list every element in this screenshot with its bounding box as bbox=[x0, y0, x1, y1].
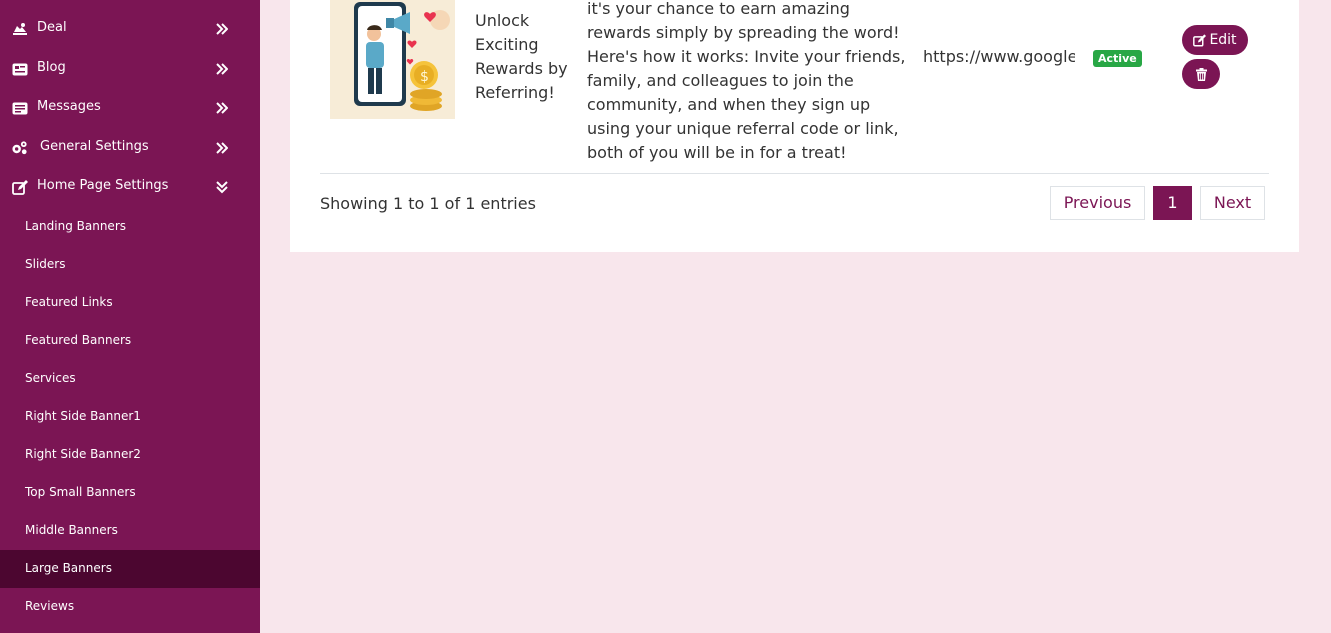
sidebar-item-label: General Settings bbox=[40, 139, 149, 154]
pagination-previous[interactable]: Previous bbox=[1050, 186, 1145, 220]
sidebar-subitem-right-side-banner2[interactable]: Right Side Banner2 bbox=[0, 436, 260, 474]
sidebar-subitem-label: Top Small Banners bbox=[25, 485, 136, 499]
sidebar-subitem-landing-banners[interactable]: Landing Banners bbox=[0, 208, 260, 246]
sidebar-item-label: Home Page Settings bbox=[37, 178, 169, 193]
edit-icon bbox=[1193, 33, 1207, 47]
svg-text:$: $ bbox=[420, 69, 429, 85]
sidebar-subitem-label: Services bbox=[25, 371, 76, 385]
edit-button-label: Edit bbox=[1209, 32, 1237, 48]
sidebar-item-home-page-settings[interactable]: Home Page Settings bbox=[0, 172, 260, 202]
sidebar: Deal Blog Messages General Settings Home… bbox=[0, 0, 260, 633]
banner-description: it's your chance to earn amazing rewards… bbox=[587, 0, 906, 162]
sidebar-subitem-middle-banners[interactable]: Middle Banners bbox=[0, 512, 260, 550]
sidebar-subitem-top-small-banners[interactable]: Top Small Banners bbox=[0, 474, 260, 512]
sidebar-item-label: Deal bbox=[37, 20, 67, 35]
sidebar-subitem-services[interactable]: Services bbox=[0, 360, 260, 398]
sidebar-item-blog[interactable]: Blog bbox=[0, 54, 260, 84]
sidebar-subitem-label: Featured Links bbox=[25, 295, 113, 309]
sidebar-subitem-label: Large Banners bbox=[25, 561, 112, 575]
sidebar-subitem-label: Sliders bbox=[25, 257, 66, 271]
sidebar-subitem-featured-links[interactable]: Featured Links bbox=[0, 284, 260, 322]
chevrons-right-icon bbox=[216, 61, 229, 75]
gears-icon bbox=[11, 140, 28, 156]
sidebar-item-label: Messages bbox=[37, 99, 101, 114]
pagination-page-1[interactable]: 1 bbox=[1153, 186, 1192, 220]
sidebar-subitem-sliders[interactable]: Sliders bbox=[0, 246, 260, 284]
sidebar-subitem-reviews[interactable]: Reviews bbox=[0, 588, 260, 626]
sidebar-subitem-label: Right Side Banner2 bbox=[25, 447, 141, 461]
status-badge: Active bbox=[1093, 50, 1142, 67]
sidebar-subitem-label: Featured Banners bbox=[25, 333, 132, 347]
sidebar-subitem-large-banners[interactable]: Large Banners bbox=[0, 550, 260, 588]
sidebar-item-label: Blog bbox=[37, 60, 66, 75]
sidebar-subitem-label: Reviews bbox=[25, 599, 75, 613]
edit-button[interactable]: Edit bbox=[1182, 25, 1248, 55]
sidebar-subitem-label: Middle Banners bbox=[25, 523, 118, 537]
trash-icon bbox=[1195, 67, 1207, 81]
sidebar-item-deal[interactable]: Deal bbox=[0, 14, 260, 44]
sidebar-item-messages[interactable]: Messages bbox=[0, 93, 260, 123]
chevrons-right-icon bbox=[216, 140, 229, 154]
sidebar-subitem-featured-banners[interactable]: Featured Banners bbox=[0, 322, 260, 360]
sidebar-item-general-settings[interactable]: General Settings bbox=[0, 133, 260, 163]
chevrons-right-icon bbox=[216, 100, 229, 114]
messages-icon bbox=[11, 100, 28, 116]
deal-icon bbox=[11, 21, 28, 37]
chevrons-down-icon bbox=[216, 179, 228, 194]
edit-icon bbox=[11, 179, 28, 195]
chevrons-right-icon bbox=[216, 21, 229, 35]
delete-button[interactable] bbox=[1182, 59, 1220, 89]
table-info: Showing 1 to 1 of 1 entries bbox=[320, 194, 536, 213]
banner-title: Unlock Exciting Rewards by Referring! bbox=[475, 11, 568, 102]
blog-icon bbox=[11, 61, 28, 77]
banner-thumbnail: $ bbox=[330, 0, 455, 119]
sidebar-subitem-label: Right Side Banner1 bbox=[25, 409, 141, 423]
sidebar-subitem-right-side-banner1[interactable]: Right Side Banner1 bbox=[0, 398, 260, 436]
banner-link: https://www.google.com bbox=[923, 47, 1075, 66]
sidebar-subitem-label: Landing Banners bbox=[25, 219, 126, 233]
pagination-next[interactable]: Next bbox=[1200, 186, 1265, 220]
table-divider bbox=[320, 173, 1269, 174]
